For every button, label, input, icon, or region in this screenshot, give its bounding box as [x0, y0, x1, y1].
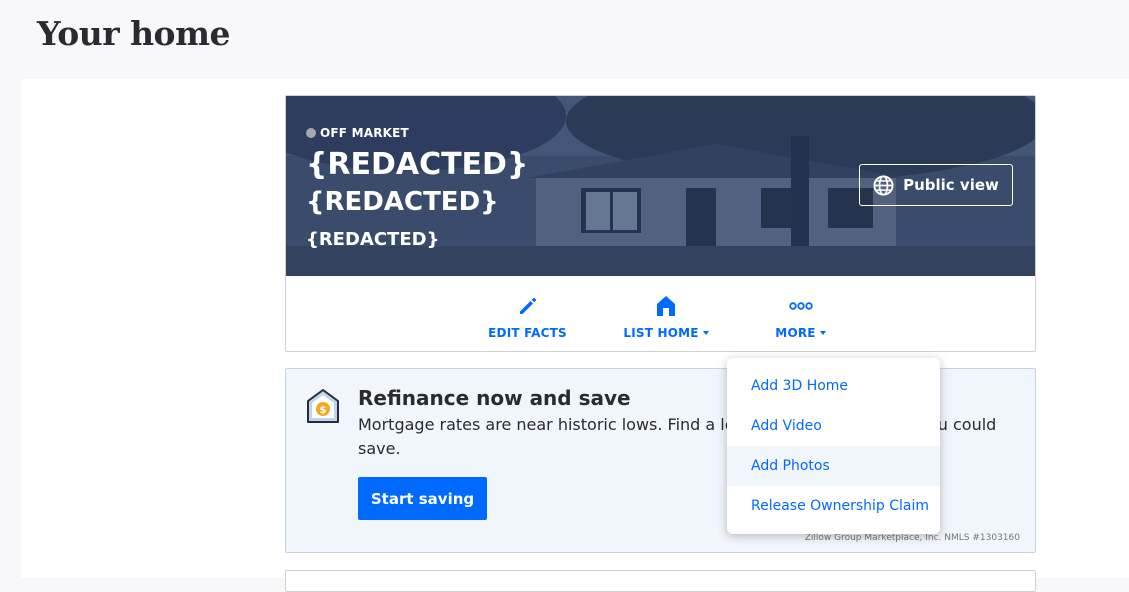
nmls-disclaimer: Zillow Group Marketplace, Inc. NMLS #130…: [804, 533, 1020, 543]
house-dollar-icon: $: [307, 389, 339, 423]
more-label: MORE: [775, 326, 816, 340]
globe-icon: [873, 174, 894, 196]
address-line-1: {REDACTED}: [306, 147, 529, 182]
chevron-down-icon: [702, 331, 709, 335]
list-home-action[interactable]: LIST HOME: [623, 276, 709, 351]
menu-item-add-3d-home[interactable]: Add 3D Home: [727, 366, 940, 406]
list-home-label: LIST HOME: [623, 326, 699, 340]
address-line-2: {REDACTED}: [306, 187, 499, 217]
refinance-title: Refinance now and save: [358, 386, 631, 410]
listing-status: OFF MARKET: [306, 126, 409, 140]
menu-item-release-ownership-claim[interactable]: Release Ownership Claim: [727, 486, 940, 526]
status-dot: [306, 128, 316, 138]
next-card: [285, 570, 1036, 592]
menu-item-add-video[interactable]: Add Video: [727, 406, 940, 446]
status-label: OFF MARKET: [320, 126, 409, 140]
more-action[interactable]: MORE: [773, 276, 828, 351]
home-actions-bar: EDIT FACTS LIST HOME MORE: [286, 276, 1035, 351]
dots-icon: [788, 302, 813, 310]
more-dropdown-menu: Add 3D Home Add Video Add Photos Release…: [727, 358, 940, 534]
address-line-3: {REDACTED}: [306, 229, 440, 250]
public-view-label: Public view: [903, 176, 999, 194]
page-title: Your home: [37, 14, 230, 53]
home-hero-photo: OFF MARKET {REDACTED} {REDACTED} {REDACT…: [286, 96, 1035, 276]
chevron-down-icon: [819, 331, 826, 335]
menu-item-add-photos[interactable]: Add Photos: [727, 446, 940, 486]
edit-facts-action[interactable]: EDIT FACTS: [488, 276, 567, 351]
start-saving-button[interactable]: Start saving: [358, 477, 487, 520]
svg-text:$: $: [320, 405, 327, 416]
public-view-button[interactable]: Public view: [859, 164, 1013, 206]
edit-facts-label: EDIT FACTS: [488, 326, 567, 340]
pencil-icon: [519, 297, 536, 314]
home-card: OFF MARKET {REDACTED} {REDACTED} {REDACT…: [285, 95, 1036, 352]
house-icon: [657, 296, 675, 316]
